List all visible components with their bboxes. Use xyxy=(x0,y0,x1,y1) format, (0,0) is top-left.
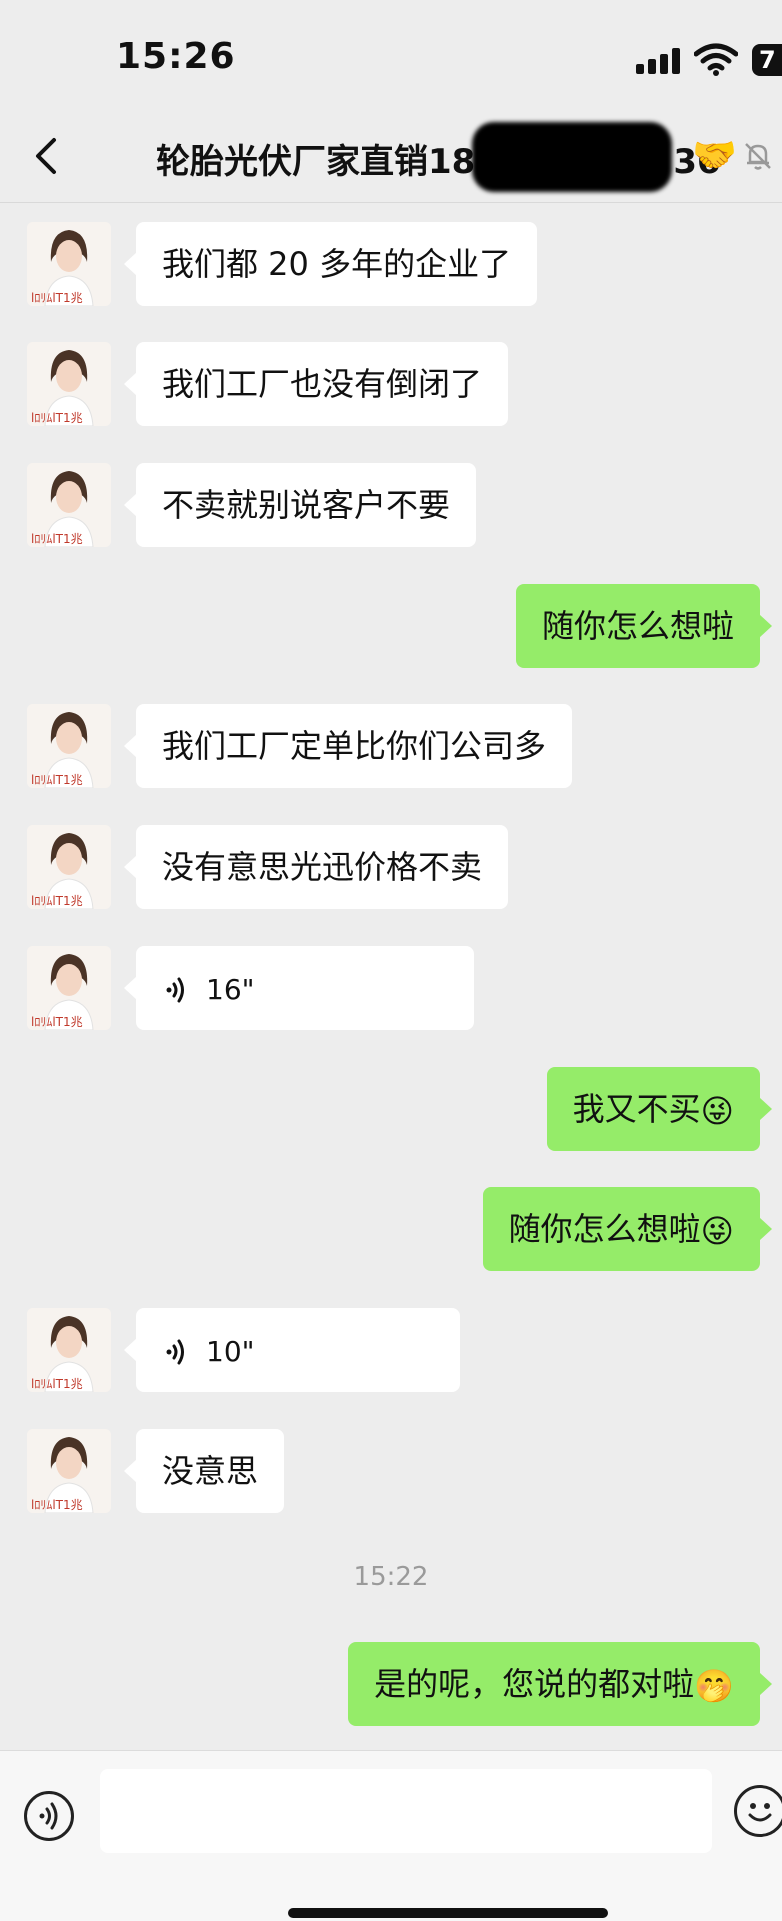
handshake-icon: 🤝 xyxy=(692,135,737,176)
message-emoji: 😜 xyxy=(700,1212,734,1250)
battery-level: 7 xyxy=(759,46,776,74)
wifi-icon xyxy=(694,43,738,76)
message-text: 我又不买 xyxy=(572,1090,701,1128)
voice-message-bubble[interactable]: 16" xyxy=(124,946,474,1030)
text-message-bubble[interactable]: 随你怎么想啦😜 xyxy=(482,1187,773,1271)
contact-avatar[interactable]: lﾛﾘﾑlT1兆 xyxy=(27,1308,111,1392)
emoji-button[interactable] xyxy=(734,1785,782,1837)
input-bar xyxy=(0,1750,782,1921)
message-text: 我们工厂也没有倒闭了 xyxy=(162,365,483,403)
redaction-mark xyxy=(472,122,672,192)
svg-text:lﾛﾘﾑlT1兆: lﾛﾘﾑlT1兆 xyxy=(31,1498,83,1512)
svg-text:lﾛﾘﾑlT1兆: lﾛﾘﾑlT1兆 xyxy=(31,291,83,305)
mute-bell-icon xyxy=(745,143,771,170)
text-message-bubble[interactable]: 随你怎么想啦 xyxy=(515,584,773,668)
status-time: 15:26 xyxy=(116,36,236,77)
text-message-bubble[interactable]: 没有意思光迅价格不卖 xyxy=(123,825,509,909)
text-message-bubble[interactable]: 我们工厂也没有倒闭了 xyxy=(123,342,509,426)
svg-text:lﾛﾘﾑlT1兆: lﾛﾘﾑlT1兆 xyxy=(31,532,83,546)
svg-text:lﾛﾘﾑlT1兆: lﾛﾘﾑlT1兆 xyxy=(31,1015,83,1029)
back-icon[interactable] xyxy=(28,134,68,178)
home-indicator xyxy=(288,1908,608,1918)
voice-message-icon xyxy=(166,977,184,1003)
chat-title-text: 轮胎光伏厂家直销18 xyxy=(156,142,476,182)
svg-text:lﾛﾘﾑlT1兆: lﾛﾘﾑlT1兆 xyxy=(31,1377,83,1391)
text-message-bubble[interactable]: 不卖就别说客户不要 xyxy=(123,463,477,547)
message-text: 是的呢，您说的都对啦 xyxy=(374,1665,695,1703)
message-text: 随你怎么想啦 xyxy=(541,607,734,645)
message-text: 不卖就别说客户不要 xyxy=(162,486,451,524)
contact-avatar[interactable]: lﾛﾘﾑlT1兆 xyxy=(27,825,111,909)
svg-text:lﾛﾘﾑlT1兆: lﾛﾘﾑlT1兆 xyxy=(31,411,83,425)
voice-wave-icon xyxy=(39,1802,58,1830)
text-message-bubble[interactable]: 我又不买😜 xyxy=(546,1067,773,1151)
text-message-bubble[interactable]: 我们工厂定单比你们公司多 xyxy=(123,704,573,788)
message-text: 没有意思光迅价格不卖 xyxy=(162,848,483,886)
message-text: 随你怎么想啦 xyxy=(508,1210,701,1248)
voice-duration: 16" xyxy=(206,973,255,1006)
voice-message-icon xyxy=(166,1339,184,1365)
cellular-signal-icon xyxy=(636,48,682,74)
voice-message-bubble[interactable]: 10" xyxy=(124,1308,460,1392)
battery-icon: 7 xyxy=(752,44,782,76)
message-emoji: 😜 xyxy=(700,1092,734,1130)
contact-avatar[interactable]: lﾛﾘﾑlT1兆 xyxy=(27,704,111,788)
chat-header: 轮胎光伏厂家直销18 36 🤝 xyxy=(0,110,782,203)
message-text: 我们都 20 多年的企业了 xyxy=(162,245,512,283)
status-bar: 15:26 7 xyxy=(0,0,782,110)
text-message-bubble[interactable]: 我们都 20 多年的企业了 xyxy=(123,222,538,306)
text-message-bubble[interactable]: 是的呢，您说的都对啦🤭 xyxy=(348,1642,772,1726)
contact-avatar[interactable]: lﾛﾘﾑlT1兆 xyxy=(27,463,111,547)
text-message-bubble[interactable]: 没意思 xyxy=(123,1429,285,1513)
message-emoji: 🤭 xyxy=(694,1667,734,1705)
svg-text:lﾛﾘﾑlT1兆: lﾛﾘﾑlT1兆 xyxy=(31,773,83,787)
message-text: 我们工厂定单比你们公司多 xyxy=(162,727,547,765)
message-list[interactable]: lﾛﾘﾑlT1兆 我们都 20 多年的企业了 lﾛﾘﾑlT1兆 我们工厂也没有倒闭了 l… xyxy=(0,202,782,1750)
contact-avatar[interactable]: lﾛﾘﾑlT1兆 xyxy=(27,222,111,306)
message-timestamp: 15:22 xyxy=(353,1562,429,1592)
contact-avatar[interactable]: lﾛﾘﾑlT1兆 xyxy=(27,342,111,426)
message-input[interactable] xyxy=(100,1769,712,1853)
svg-text:lﾛﾘﾑlT1兆: lﾛﾘﾑlT1兆 xyxy=(31,894,83,908)
contact-avatar[interactable]: lﾛﾘﾑlT1兆 xyxy=(27,1429,111,1513)
contact-avatar[interactable]: lﾛﾘﾑlT1兆 xyxy=(27,946,111,1030)
smiley-icon xyxy=(748,1803,772,1822)
voice-input-button[interactable] xyxy=(24,1791,74,1841)
message-text: 没意思 xyxy=(162,1452,259,1490)
voice-duration: 10" xyxy=(206,1335,255,1368)
